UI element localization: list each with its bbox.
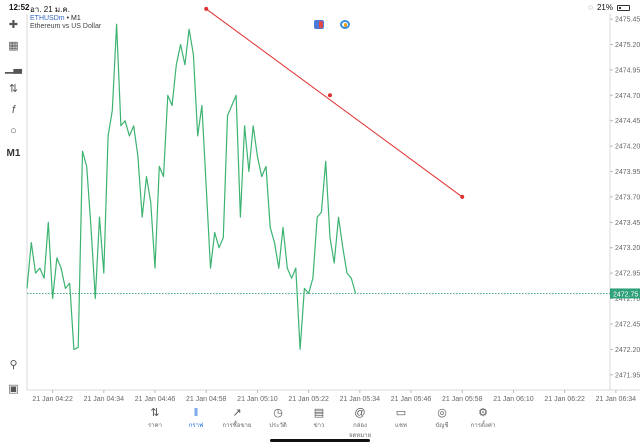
x-tick-label: 21 Jan 04:22: [32, 396, 73, 403]
y-tick-label: 2473.20: [615, 245, 640, 252]
account-user-icon: ◎: [437, 407, 447, 419]
y-tick-label: 2473.45: [615, 220, 640, 227]
nav-item-label: กล่องจดหมาย: [348, 423, 372, 439]
nav-item-2[interactable]: ↗ การซื้อขาย: [219, 406, 255, 430]
trade-line-icon: ↗: [232, 407, 242, 419]
y-tick-label: 2472.20: [615, 347, 640, 354]
y-tick-label: 2475.20: [615, 42, 640, 49]
y-tick-label: 2471.95: [615, 372, 640, 379]
chart-series: 2472.75: [26, 6, 640, 350]
nav-item-label: การตั้งค่า: [470, 423, 496, 429]
x-tick-label: 21 Jan 05:46: [391, 396, 432, 403]
y-tick-label: 2472.95: [615, 271, 640, 278]
x-tick-label: 21 Jan 04:58: [186, 396, 227, 403]
y-tick-label: 2474.45: [615, 118, 640, 125]
home-indicator: [270, 439, 370, 442]
nav-item-6[interactable]: ▭ แชท: [383, 406, 419, 430]
y-tick-label: 2472.45: [615, 321, 640, 328]
chat-bubble-icon: ▭: [395, 407, 407, 419]
y-tick-label: 2473.70: [615, 194, 640, 201]
x-tick-label: 21 Jan 05:22: [288, 396, 329, 403]
trendline-mid-point: [327, 93, 332, 98]
x-tick-label: 21 Jan 05:34: [340, 396, 381, 403]
x-tick-label: 21 Jan 05:58: [442, 396, 483, 403]
nav-item-4[interactable]: ▤ ข่าว: [301, 406, 337, 430]
trendline: [205, 8, 463, 198]
x-tick-label: 21 Jan 06:22: [544, 396, 585, 403]
y-tick-label: 2474.95: [615, 67, 640, 74]
settings-gear-icon: ⚙: [478, 407, 488, 419]
quotes-arrows-icon: ⇅: [150, 407, 160, 419]
current-price-label: 2472.75: [613, 291, 638, 298]
x-tick-label: 21 Jan 04:34: [84, 396, 125, 403]
y-tick-label: 2473.95: [615, 169, 640, 176]
trendline-end-point: [460, 194, 465, 199]
nav-item-label: ข่าว: [313, 423, 325, 429]
price-chart[interactable]: 2475.45 2475.20 2474.95 2474.70 2474.45 2474.…: [0, 0, 640, 404]
nav-item-label: แชท: [395, 423, 407, 429]
nav-item-7[interactable]: ◎ บัญชี: [424, 406, 460, 430]
mailbox-at-icon: @: [354, 407, 366, 419]
chart-candles-icon: ‖: [193, 407, 199, 419]
x-tick-label: 21 Jan 06:10: [493, 396, 534, 403]
nav-item-8[interactable]: ⚙ การตั้งค่า: [465, 406, 501, 430]
y-tick-label: 2474.20: [615, 144, 640, 151]
nav-item-0[interactable]: ⇅ ราคา: [137, 406, 173, 430]
nav-item-1[interactable]: ‖ กราฟ: [178, 406, 214, 430]
nav-item-3[interactable]: ◷ ประวัติ: [260, 406, 296, 430]
x-tick-label: 21 Jan 06:34: [596, 396, 637, 403]
nav-item-label: บัญชี: [435, 423, 449, 429]
nav-item-label: ประวัติ: [269, 423, 287, 429]
price-line: [26, 23, 357, 350]
trendline-start-point: [204, 6, 209, 11]
history-clock-icon: ◷: [273, 407, 283, 419]
nav-item-label: การซื้อขาย: [222, 423, 252, 429]
news-icon: ▤: [313, 407, 325, 419]
chart-axes: 2475.45 2475.20 2474.95 2474.70 2474.45 2474.…: [32, 17, 640, 403]
x-tick-label: 21 Jan 04:46: [135, 396, 176, 403]
nav-item-label: กราฟ: [188, 423, 204, 429]
nav-item-5[interactable]: @ กล่องจดหมาย: [342, 406, 378, 440]
y-tick-label: 2475.45: [615, 17, 640, 24]
y-tick-label: 2474.70: [615, 93, 640, 100]
x-tick-label: 21 Jan 05:10: [237, 396, 278, 403]
mt5-mobile-screen: { "status_bar": { "time": "12:52", "date…: [0, 0, 640, 447]
nav-item-label: ราคา: [148, 423, 162, 429]
